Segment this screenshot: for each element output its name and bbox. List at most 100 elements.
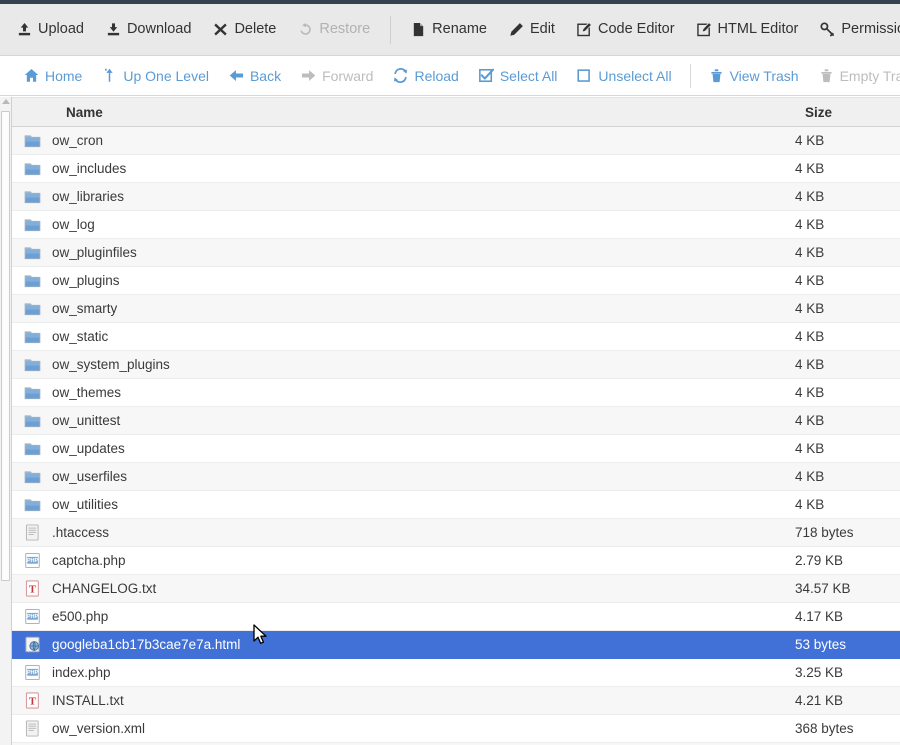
table-row[interactable]: ow_userfiles 4 KB	[12, 462, 900, 491]
row-size-cell: 3.25 KB	[795, 658, 900, 687]
row-name-cell[interactable]: ow_userfiles	[52, 462, 795, 491]
row-size-cell: 4 KB	[795, 378, 900, 407]
table-row[interactable]: ow_version.xml 368 bytes	[12, 714, 900, 743]
svg-text:PHP: PHP	[26, 614, 38, 620]
row-icon-cell: T	[12, 686, 52, 715]
row-icon-cell	[12, 462, 52, 491]
row-name-cell[interactable]: INSTALL.txt	[52, 686, 795, 715]
row-name-cell[interactable]: CHANGELOG.txt	[52, 574, 795, 603]
nav-reload-button[interactable]: Reload	[383, 65, 468, 86]
table-row[interactable]: PHP captcha.php 2.79 KB	[12, 546, 900, 575]
table-row[interactable]: ow_pluginfiles 4 KB	[12, 238, 900, 267]
scrollbar-thumb[interactable]	[1, 111, 10, 581]
row-icon-cell: T	[12, 574, 52, 603]
primary-toolbar: Upload Download Delete Restore Rename Edit Cod…	[0, 4, 900, 56]
table-row[interactable]: .htaccess 718 bytes	[12, 518, 900, 547]
size-column-header[interactable]: Size	[795, 97, 900, 127]
row-icon-cell	[12, 714, 52, 743]
vertical-scrollbar[interactable]	[0, 97, 12, 745]
row-icon-cell	[12, 406, 52, 435]
nav-up-one-level-button[interactable]: Up One Level	[92, 65, 219, 86]
row-size-cell: 368 bytes	[795, 714, 900, 743]
row-name-cell[interactable]: index.php	[52, 658, 795, 687]
table-row[interactable]: ow_updates 4 KB	[12, 434, 900, 463]
table-row[interactable]: ow_static 4 KB	[12, 322, 900, 351]
folder-icon	[23, 132, 41, 150]
nav-back-button[interactable]: Back	[219, 65, 291, 86]
row-name-cell[interactable]: ow_includes	[52, 154, 795, 183]
nav-select-all-button[interactable]: Select All	[469, 65, 568, 86]
nav-view-trash-button[interactable]: View Trash	[699, 65, 809, 86]
table-row[interactable]: ow_themes 4 KB	[12, 378, 900, 407]
row-name-cell[interactable]: ow_libraries	[52, 182, 795, 211]
toolbar-permissions-label: Permissions	[841, 21, 900, 38]
toolbar-edit-button[interactable]: Edit	[498, 18, 566, 41]
row-name-cell[interactable]: ow_pluginfiles	[52, 238, 795, 267]
svg-text:PHP: PHP	[26, 558, 38, 564]
table-row[interactable]: ow_unittest 4 KB	[12, 406, 900, 435]
empty-box-icon	[577, 68, 592, 83]
row-name-cell[interactable]: ow_smarty	[52, 294, 795, 323]
row-name-cell[interactable]: e500.php	[52, 602, 795, 631]
php-file-icon: PHP	[23, 608, 41, 626]
table-row[interactable]: googleba1cb17b3cae7e7a.html 53 bytes	[12, 630, 900, 659]
toolbar-html-editor-button[interactable]: HTML Editor	[686, 18, 810, 41]
row-name-cell[interactable]: ow_themes	[52, 378, 795, 407]
table-row[interactable]: PHP index.php 3.25 KB	[12, 658, 900, 687]
row-name-cell[interactable]: captcha.php	[52, 546, 795, 575]
nav-forward-label: Forward	[322, 67, 374, 84]
row-name-cell[interactable]: ow_cron	[52, 126, 795, 155]
row-name-cell[interactable]: googleba1cb17b3cae7e7a.html	[52, 630, 795, 659]
folder-icon	[23, 188, 41, 206]
table-row[interactable]: ow_smarty 4 KB	[12, 294, 900, 323]
row-name-cell[interactable]: ow_unittest	[52, 406, 795, 435]
trash-icon	[819, 68, 834, 83]
row-size-cell: 4.17 KB	[795, 602, 900, 631]
toolbar-delete-button[interactable]: Delete	[202, 18, 287, 41]
row-name-cell[interactable]: .htaccess	[52, 518, 795, 547]
row-name-cell[interactable]: ow_system_plugins	[52, 350, 795, 379]
table-row[interactable]: ow_plugins 4 KB	[12, 266, 900, 295]
scroll-up-arrow-icon[interactable]	[2, 99, 10, 104]
table-row[interactable]: T CHANGELOG.txt 34.57 KB	[12, 574, 900, 603]
table-row[interactable]: ow_libraries 4 KB	[12, 182, 900, 211]
nav-unselect-all-button[interactable]: Unselect All	[567, 65, 681, 86]
row-name-cell[interactable]: ow_static	[52, 322, 795, 351]
row-icon-cell	[12, 266, 52, 295]
toolbar-code-editor-button[interactable]: Code Editor	[566, 18, 686, 41]
toolbar-rename-button[interactable]: Rename	[400, 18, 498, 41]
table-row[interactable]: ow_includes 4 KB	[12, 154, 900, 183]
nav-home-button[interactable]: Home	[14, 65, 92, 86]
row-name-cell[interactable]: ow_plugins	[52, 266, 795, 295]
arrow-left-icon	[229, 68, 244, 83]
row-name-cell[interactable]: ow_log	[52, 210, 795, 239]
name-column-header[interactable]: Name	[52, 97, 795, 127]
table-row[interactable]: ow_utilities 4 KB	[12, 490, 900, 519]
arrow-right-icon	[301, 68, 316, 83]
row-name-cell[interactable]: ow_version.xml	[52, 714, 795, 743]
row-name-cell[interactable]: ow_updates	[52, 434, 795, 463]
file-list-table: Name Size ow_cron 4 KB ow_includes 4 KB ow_l…	[12, 97, 900, 745]
row-name-cell[interactable]: ow_utilities	[52, 490, 795, 519]
row-icon-cell	[12, 378, 52, 407]
table-row[interactable]: ow_cron 4 KB	[12, 126, 900, 155]
svg-text:T: T	[28, 584, 35, 595]
nav-view-trash-label: View Trash	[729, 67, 799, 84]
row-icon-cell	[12, 182, 52, 211]
table-row[interactable]: ow_log 4 KB	[12, 210, 900, 239]
toolbar-download-button[interactable]: Download	[95, 18, 203, 41]
text-file-icon: T	[23, 580, 41, 598]
row-icon-cell	[12, 490, 52, 519]
pencil-icon	[509, 22, 524, 37]
folder-icon	[23, 160, 41, 178]
php-file-icon: PHP	[23, 664, 41, 682]
row-icon-cell	[12, 154, 52, 183]
row-size-cell: 2.79 KB	[795, 546, 900, 575]
table-row[interactable]: T INSTALL.txt 4.21 KB	[12, 686, 900, 715]
table-row[interactable]: PHP e500.php 4.17 KB	[12, 602, 900, 631]
table-row[interactable]: ow_system_plugins 4 KB	[12, 350, 900, 379]
folder-icon	[23, 384, 41, 402]
row-size-cell: 4 KB	[795, 238, 900, 267]
toolbar-permissions-button[interactable]: Permissions	[809, 18, 900, 41]
toolbar-upload-button[interactable]: Upload	[6, 18, 95, 41]
